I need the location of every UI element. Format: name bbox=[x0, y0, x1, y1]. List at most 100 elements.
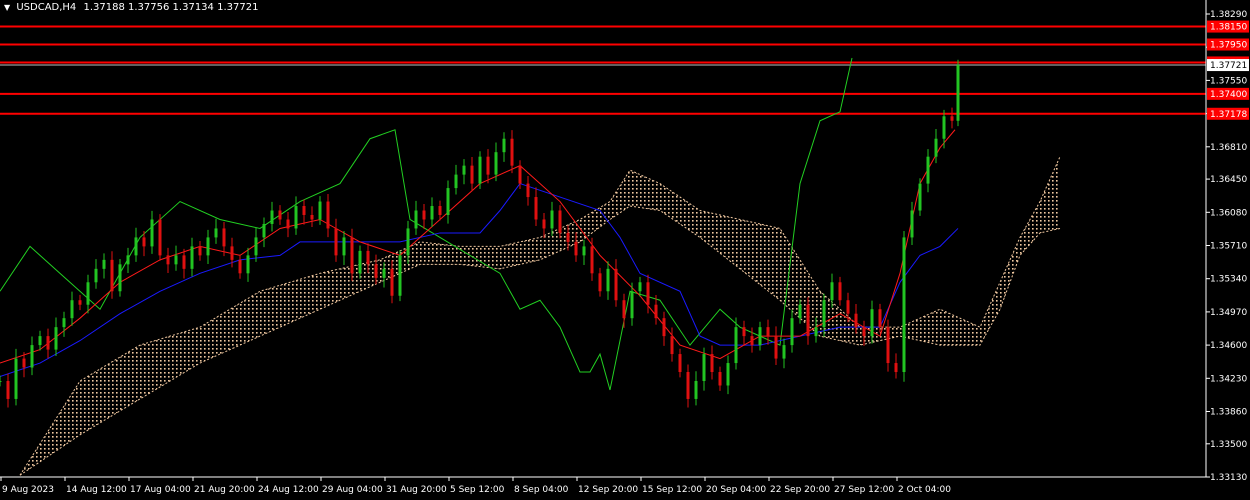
candle-body bbox=[406, 228, 410, 256]
candle-body bbox=[542, 219, 546, 229]
candle-body bbox=[654, 304, 658, 319]
price-tick-label: 1.35710 bbox=[1210, 242, 1247, 252]
price-tick-label: 1.33860 bbox=[1210, 407, 1247, 417]
candle-body bbox=[142, 237, 146, 247]
time-tick-label: 9 Aug 2023 bbox=[2, 485, 54, 495]
candle-body bbox=[582, 246, 586, 256]
level-price-label: 1.38150 bbox=[1210, 23, 1247, 33]
candle-body bbox=[222, 228, 226, 247]
candle-body bbox=[614, 268, 618, 301]
candle-body bbox=[486, 156, 490, 175]
candle-body bbox=[622, 300, 626, 319]
candle-body bbox=[230, 246, 234, 260]
candle-body bbox=[398, 255, 402, 296]
candle-body bbox=[102, 259, 106, 269]
current-price-label: 1.37721 bbox=[1210, 61, 1247, 71]
time-tick-label: 20 Sep 04:00 bbox=[706, 485, 766, 495]
candle-body bbox=[382, 268, 386, 278]
time-tick-label: 2 Oct 04:00 bbox=[898, 485, 951, 495]
candle-body bbox=[726, 363, 730, 386]
candle-body bbox=[718, 372, 722, 386]
candle-body bbox=[54, 327, 58, 350]
price-axis: 1.382901.379201.375501.371801.368101.364… bbox=[1205, 0, 1249, 483]
time-tick-label: 12 Sep 20:00 bbox=[578, 485, 638, 495]
candle-body bbox=[846, 300, 850, 314]
candle-body bbox=[262, 223, 266, 238]
candle-body bbox=[358, 250, 362, 274]
time-tick-label: 17 Aug 04:00 bbox=[130, 485, 191, 495]
candle-body bbox=[454, 174, 458, 189]
candle-body bbox=[518, 165, 522, 184]
candle-body bbox=[254, 237, 258, 256]
candle-body bbox=[870, 309, 874, 337]
candle-body bbox=[854, 313, 858, 328]
candle-body bbox=[246, 255, 250, 274]
candle-body bbox=[190, 246, 194, 269]
candle-body bbox=[366, 250, 370, 265]
candle-body bbox=[662, 318, 666, 337]
candle-body bbox=[822, 300, 826, 328]
candle-body bbox=[574, 241, 578, 256]
chart-header: ▼ USDCAD,H4 1.37188 1.37756 1.37134 1.37… bbox=[4, 2, 258, 13]
candle-body bbox=[166, 255, 170, 265]
candle-body bbox=[318, 201, 322, 220]
candle-body bbox=[878, 309, 882, 328]
candle-body bbox=[182, 255, 186, 269]
candle-body bbox=[558, 210, 562, 233]
time-tick-label: 24 Aug 12:00 bbox=[258, 485, 319, 495]
candle-body bbox=[86, 282, 90, 305]
candle-body bbox=[838, 282, 842, 301]
candle-body bbox=[798, 304, 802, 319]
candle-body bbox=[814, 327, 818, 337]
candle-body bbox=[470, 165, 474, 184]
candle-body bbox=[238, 259, 242, 274]
price-tick-label: 1.33130 bbox=[1210, 473, 1247, 483]
symbol-dropdown-icon[interactable]: ▼ bbox=[4, 3, 10, 12]
candle-body bbox=[646, 282, 650, 305]
candle-body bbox=[942, 116, 946, 139]
candle-body bbox=[638, 282, 642, 292]
candle-body bbox=[598, 273, 602, 292]
candle-body bbox=[414, 210, 418, 229]
indicator-lines bbox=[0, 57, 959, 391]
price-tick-label: 1.35340 bbox=[1210, 275, 1247, 285]
candle-body bbox=[286, 219, 290, 229]
candle-body bbox=[590, 246, 594, 274]
candle-body bbox=[910, 210, 914, 238]
candle-body bbox=[326, 201, 330, 229]
candle-body bbox=[894, 363, 898, 373]
candle-body bbox=[734, 327, 738, 364]
candle-body bbox=[766, 327, 770, 337]
price-tick-label: 1.34970 bbox=[1210, 308, 1247, 318]
candle-body bbox=[134, 237, 138, 256]
candle-body bbox=[510, 138, 514, 166]
candle-body bbox=[310, 214, 314, 220]
price-chart[interactable]: 1.382901.379201.375501.371801.368101.364… bbox=[0, 0, 1250, 500]
candle-body bbox=[390, 268, 394, 296]
candle-body bbox=[158, 219, 162, 256]
candle-body bbox=[438, 206, 442, 215]
candle-body bbox=[374, 264, 378, 278]
level-price-label: 1.37950 bbox=[1210, 41, 1247, 51]
candle-body bbox=[750, 336, 754, 346]
time-tick-label: 31 Aug 20:00 bbox=[386, 485, 447, 495]
candle-body bbox=[334, 228, 338, 256]
candle-body bbox=[78, 300, 82, 305]
time-tick-label: 5 Sep 12:00 bbox=[450, 485, 505, 495]
candle-body bbox=[150, 219, 154, 247]
price-tick-label: 1.36810 bbox=[1210, 143, 1247, 153]
price-tick-label: 1.36080 bbox=[1210, 208, 1247, 218]
horizontal-levels bbox=[0, 25, 1206, 115]
level-price-label: 1.37400 bbox=[1210, 90, 1247, 100]
candle-body bbox=[38, 336, 42, 346]
candle-body bbox=[886, 327, 890, 364]
candle-body bbox=[422, 210, 426, 220]
candle-body bbox=[94, 268, 98, 283]
candle-body bbox=[126, 255, 130, 265]
time-tick-label: 27 Sep 12:00 bbox=[834, 485, 894, 495]
candle-body bbox=[678, 354, 682, 373]
candle-body bbox=[302, 206, 306, 215]
candle-body bbox=[6, 380, 10, 399]
candle-body bbox=[118, 264, 122, 292]
candle-body bbox=[694, 380, 698, 399]
